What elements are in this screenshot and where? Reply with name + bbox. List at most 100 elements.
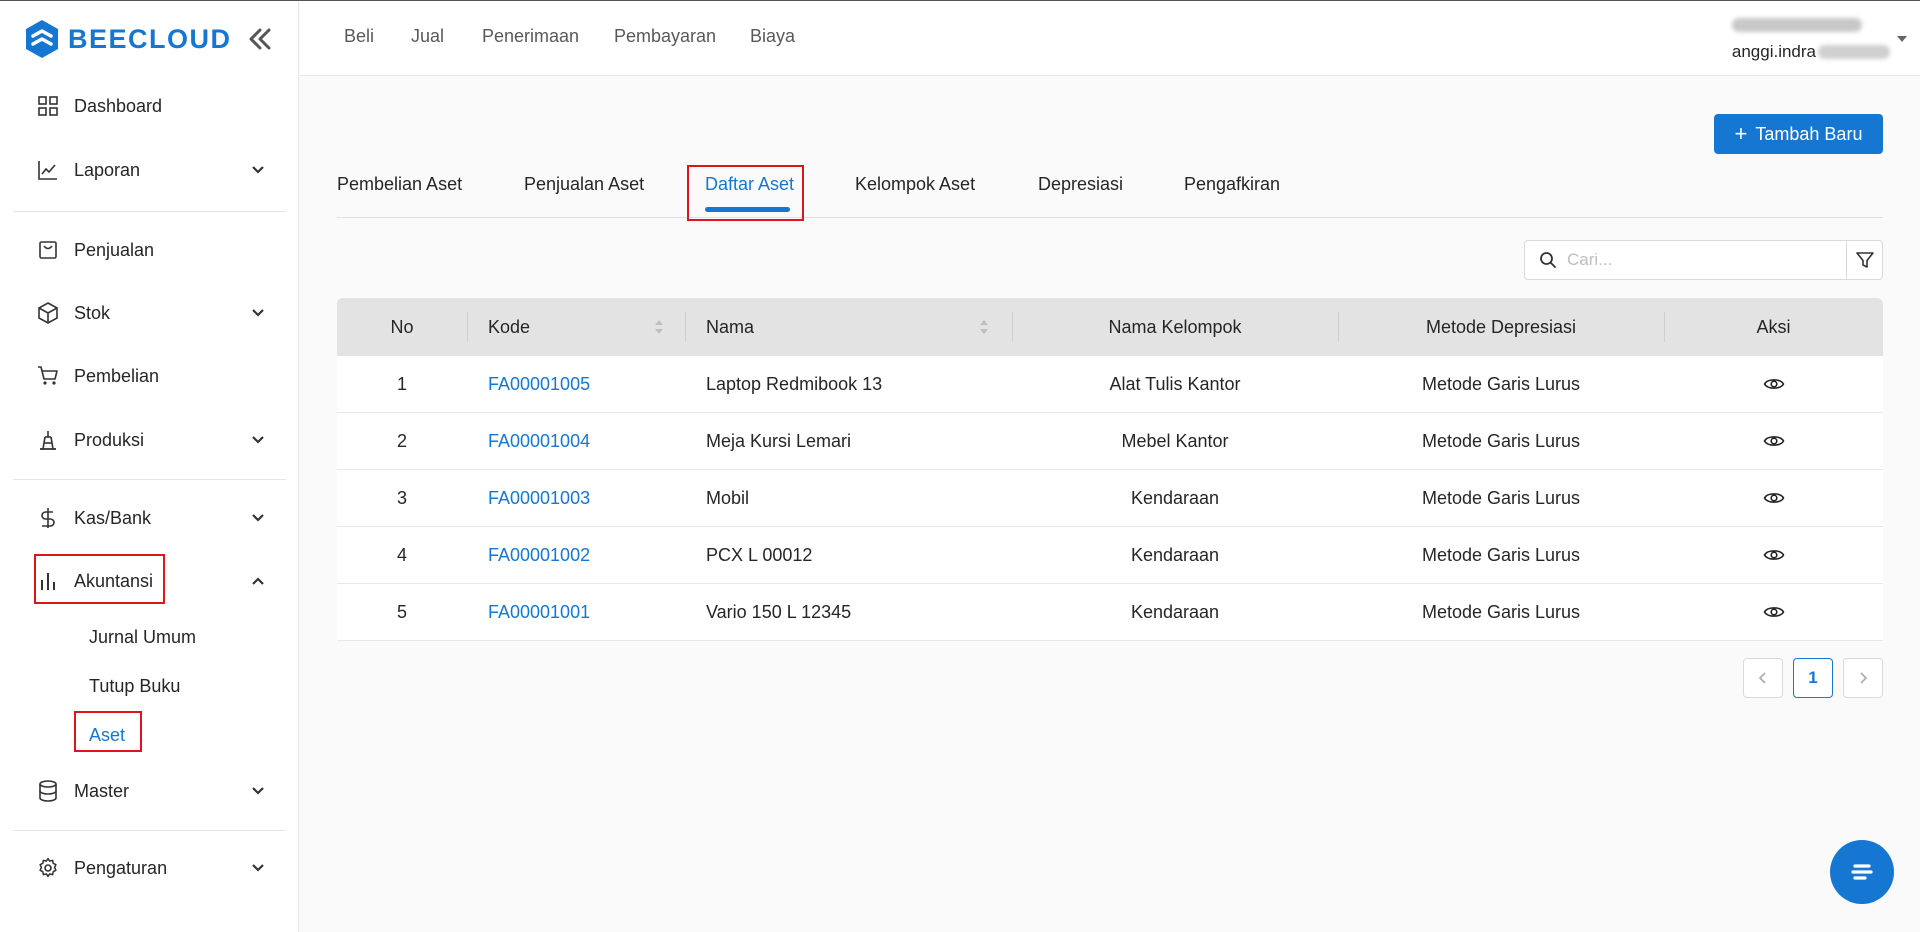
sidebar-item-produksi[interactable]: Produksi <box>36 422 266 458</box>
pagination-page-1[interactable]: 1 <box>1793 658 1833 698</box>
search-input[interactable] <box>1567 250 1837 270</box>
tab-depresiasi[interactable]: Depresiasi <box>1038 174 1123 195</box>
cell-kode: FA00001004 <box>488 413 590 469</box>
view-eye-icon[interactable] <box>1763 430 1785 452</box>
sidebar-subitem-tutup-buku[interactable]: Tutup Buku <box>89 671 180 701</box>
topnav-pembayaran[interactable]: Pembayaran <box>614 26 716 47</box>
filter-icon <box>1855 252 1874 268</box>
cell-kode: FA00001002 <box>488 527 590 583</box>
topnav-beli[interactable]: Beli <box>344 26 374 47</box>
sidebar: BEECLOUD Dashboard Laporan Penjualan Sto… <box>0 1 299 932</box>
chevron-left-icon <box>1758 672 1766 684</box>
sidebar-item-penjualan[interactable]: Penjualan <box>36 232 266 268</box>
beecloud-logo-icon <box>26 20 58 58</box>
database-icon <box>36 779 60 803</box>
sidebar-item-label: Pengaturan <box>74 857 168 878</box>
cell-nama-kelompok: Kendaraan <box>1130 544 1220 565</box>
sort-icon[interactable] <box>978 318 990 336</box>
col-header-no: No <box>390 316 414 337</box>
sidebar-item-stok[interactable]: Stok <box>36 295 266 331</box>
tab-pembelian-aset[interactable]: Pembelian Aset <box>337 174 462 195</box>
beecloud-logo[interactable]: BEECLOUD <box>24 19 232 59</box>
cell-kode: FA00001005 <box>488 356 590 412</box>
sidebar-item-akuntansi[interactable]: Akuntansi <box>36 563 266 599</box>
add-new-label: Tambah Baru <box>1755 123 1863 144</box>
sidebar-item-pembelian[interactable]: Pembelian <box>36 358 266 394</box>
chevron-down-icon <box>252 787 264 795</box>
sidebar-divider <box>13 211 286 212</box>
bar-chart-icon <box>36 569 60 593</box>
view-eye-icon[interactable] <box>1763 601 1785 623</box>
dollar-icon <box>36 506 60 530</box>
cell-nama-kelompok: Kendaraan <box>1130 487 1220 508</box>
sidebar-item-label: Kas/Bank <box>74 507 152 528</box>
add-new-button[interactable]: + Tambah Baru <box>1714 114 1883 154</box>
tab-penjualan-aset[interactable]: Penjualan Aset <box>524 174 644 195</box>
search-box[interactable] <box>1524 240 1847 280</box>
filter-button[interactable] <box>1846 240 1883 280</box>
search-icon <box>1540 252 1556 268</box>
cell-kode: FA00001001 <box>488 584 590 640</box>
dashboard-icon <box>36 94 60 118</box>
caret-down-icon[interactable] <box>1896 35 1908 43</box>
topnav-penerimaan[interactable]: Penerimaan <box>482 26 579 47</box>
col-header-nama[interactable]: Nama <box>706 298 754 356</box>
cell-no: 3 <box>396 487 407 508</box>
col-header-kode[interactable]: Kode <box>488 298 530 356</box>
topnav-biaya[interactable]: Biaya <box>750 26 795 47</box>
sort-icon[interactable] <box>653 318 665 336</box>
sidebar-item-master[interactable]: Master <box>36 773 266 809</box>
view-eye-icon[interactable] <box>1763 373 1785 395</box>
asset-code-link[interactable]: FA00001002 <box>488 545 590 566</box>
cell-metode-depresiasi: Metode Garis Lurus <box>1421 601 1581 622</box>
tab-pengafkiran[interactable]: Pengafkiran <box>1184 174 1280 195</box>
topnav-jual[interactable]: Jual <box>411 26 444 47</box>
sidebar-divider <box>13 479 286 480</box>
col-header-nama-kelompok: Nama Kelompok <box>1108 316 1242 337</box>
asset-code-link[interactable]: FA00001005 <box>488 374 590 395</box>
plus-icon: + <box>1734 121 1748 146</box>
cell-nama-kelompok: Mebel Kantor <box>1121 430 1229 451</box>
sidebar-item-laporan[interactable]: Laporan <box>36 152 266 188</box>
col-header-aksi: Aksi <box>1756 316 1791 337</box>
cell-nama: PCX L 00012 <box>706 544 813 565</box>
sidebar-subitem-aset[interactable]: Aset <box>89 720 125 750</box>
sidebar-item-label: Pembelian <box>74 365 160 386</box>
chevron-down-icon <box>252 309 264 317</box>
sidebar-item-pengaturan[interactable]: Pengaturan <box>36 850 266 886</box>
table-row: 2 FA00001004 Meja Kursi Lemari Mebel Kantor… <box>337 413 1883 470</box>
chevron-down-icon <box>252 166 264 174</box>
cart-icon <box>36 364 60 388</box>
asset-code-link[interactable]: FA00001001 <box>488 602 590 623</box>
factory-icon <box>36 428 60 452</box>
tab-daftar-aset[interactable]: Daftar Aset <box>705 174 794 195</box>
sidebar-item-dashboard[interactable]: Dashboard <box>36 88 266 124</box>
cell-metode-depresiasi: Metode Garis Lurus <box>1421 544 1581 565</box>
user-menu[interactable]: anggi.indra <box>1731 12 1890 62</box>
asset-code-link[interactable]: FA00001003 <box>488 488 590 509</box>
table-row: 4 FA00001002 PCX L 00012 Kendaraan Metode Ga… <box>337 527 1883 584</box>
cell-no: 5 <box>396 601 407 622</box>
chat-support-button[interactable] <box>1830 840 1894 904</box>
collapse-sidebar-icon[interactable] <box>246 25 274 53</box>
sidebar-item-label: Produksi <box>74 429 145 450</box>
chevron-down-icon <box>252 436 264 444</box>
sidebar-subitem-jurnal-umum[interactable]: Jurnal Umum <box>89 622 196 652</box>
tab-kelompok-aset[interactable]: Kelompok Aset <box>855 174 975 195</box>
asset-code-link[interactable]: FA00001004 <box>488 431 590 452</box>
cell-nama: Mobil <box>706 487 750 508</box>
cell-aksi <box>1664 584 1883 640</box>
table-row: 5 FA00001001 Vario 150 L 12345 Kendaraan Met… <box>337 584 1883 641</box>
sidebar-item-kas-bank[interactable]: Kas/Bank <box>36 500 266 536</box>
asset-tabs: Pembelian Aset Penjualan Aset Daftar Ase… <box>337 168 1883 218</box>
view-eye-icon[interactable] <box>1763 544 1785 566</box>
cell-no: 4 <box>396 544 407 565</box>
sidebar-item-label: Master <box>74 780 130 801</box>
pagination-prev-button[interactable] <box>1743 658 1783 698</box>
sidebar-item-label: Stok <box>74 302 111 323</box>
pagination-next-button[interactable] <box>1843 658 1883 698</box>
cell-kode: FA00001003 <box>488 470 590 526</box>
view-eye-icon[interactable] <box>1763 487 1785 509</box>
cell-aksi <box>1664 470 1883 526</box>
cell-metode-depresiasi: Metode Garis Lurus <box>1421 430 1581 451</box>
